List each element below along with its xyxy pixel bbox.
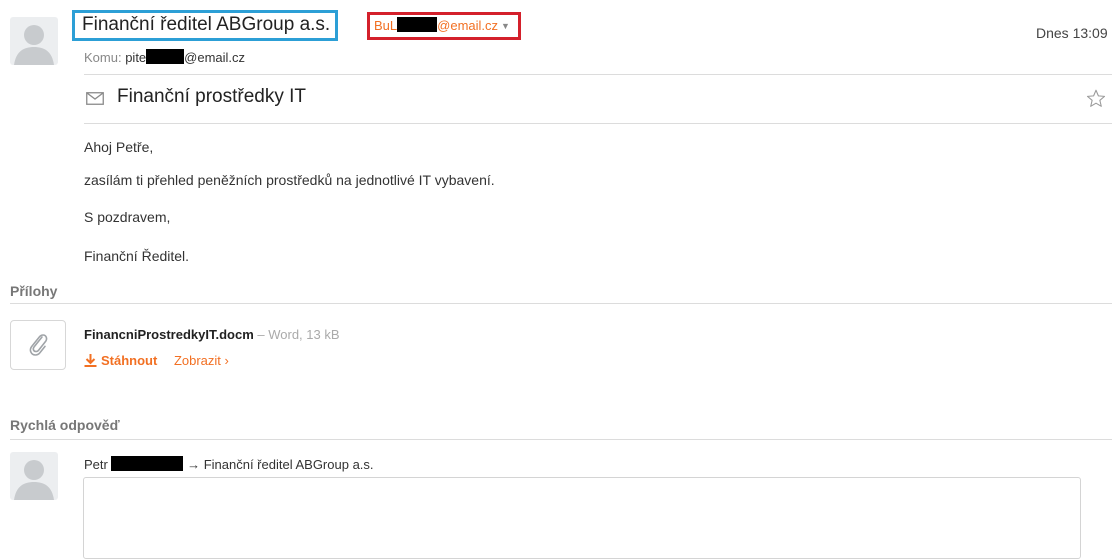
body-greeting: Ahoj Petře,: [84, 139, 154, 155]
body-signature: Finanční Ředitel.: [84, 248, 190, 264]
reply-textarea[interactable]: [83, 477, 1081, 559]
view-link[interactable]: Zobrazit ›: [174, 353, 229, 368]
download-arrow-icon: [84, 354, 97, 367]
attachment-name[interactable]: FinancniProstredkyIT.docm: [84, 327, 254, 342]
redaction-block: [146, 49, 185, 64]
redaction-block: [397, 17, 438, 32]
sender-avatar: [10, 17, 58, 65]
quick-reply-title: Rychlá odpověď: [10, 417, 120, 433]
paperclip-icon: [29, 334, 48, 356]
redaction-block: [111, 456, 184, 471]
attachment-actions: Stáhnout Zobrazit ›: [84, 352, 229, 370]
attachment-item: FinancniProstredkyIT.docm – Word, 13 kB: [84, 327, 340, 342]
envelope-icon: [86, 92, 104, 110]
reply-header: Petr → Finanční ředitel ABGroup a.s.: [84, 456, 374, 472]
reply-avatar: [10, 452, 58, 500]
sender-email[interactable]: BuL @email.cz ▼: [367, 12, 521, 40]
chevron-down-icon: ▼: [501, 21, 510, 31]
divider: [84, 74, 1112, 75]
download-button[interactable]: Stáhnout: [84, 353, 161, 368]
download-label: Stáhnout: [101, 353, 158, 368]
attachment-meta: – Word, 13 kB: [253, 327, 340, 342]
recipient-domain: @email.cz: [184, 50, 246, 65]
divider: [10, 439, 1112, 440]
attachment-tile[interactable]: [10, 320, 66, 370]
message-subject: Finanční prostředky IT: [117, 86, 307, 107]
sender-email-domain: @email.cz: [437, 18, 499, 33]
reply-to: → Finanční ředitel ABGroup a.s.: [187, 457, 374, 472]
body-line: zasílám ti přehled peněžních prostředků …: [84, 172, 495, 188]
reply-from: Petr: [84, 457, 108, 472]
star-icon[interactable]: [1086, 89, 1106, 113]
recipient-prefix: pite: [125, 50, 147, 65]
message-time: Dnes 13:09: [1036, 25, 1108, 41]
sender-name[interactable]: Finanční ředitel ABGroup a.s.: [72, 10, 339, 41]
divider: [84, 123, 1112, 124]
sender-email-prefix: BuL: [374, 18, 398, 33]
avatar-placeholder-icon: [14, 25, 54, 65]
recipient-line: Komu: pite @email.cz: [84, 49, 245, 65]
avatar-placeholder-icon: [14, 460, 54, 500]
to-label: Komu:: [84, 50, 122, 65]
body-closing: S pozdravem,: [84, 209, 171, 225]
divider: [10, 303, 1112, 304]
attachments-title: Přílohy: [10, 283, 58, 299]
